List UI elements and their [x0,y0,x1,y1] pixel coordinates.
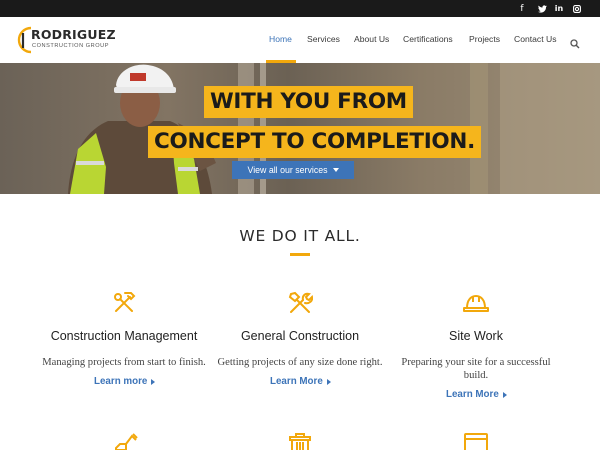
nav-services[interactable]: Services [307,34,340,44]
view-services-label: View all our services [247,165,328,175]
service-description: Managing projects from start to finish. [42,357,206,368]
crossed-tools-icon [287,290,314,316]
learn-more-link[interactable]: Learn More [446,389,507,400]
section-divider [290,253,310,256]
instagram-icon[interactable] [571,0,583,17]
service-title: Construction Management [50,329,198,343]
nav-home[interactable]: Home [269,34,292,44]
service-description: Getting projects of any size done right. [217,357,383,368]
top-bar: f in [0,0,600,17]
hero-banner: WITH YOU FROM CONCEPT TO COMPLETION. Vie… [0,63,600,194]
toolbox-icon [288,432,312,450]
hero-headline-line2: CONCEPT TO COMPLETION. [148,126,481,158]
hammer-wrench-icon [111,290,137,316]
view-services-button[interactable]: View all our services [232,161,354,179]
hero-headline-line1: WITH YOU FROM [204,86,413,118]
search-icon[interactable] [570,36,580,49]
caret-right-icon [502,391,507,398]
site-header: RODRIGUEZ CONSTRUCTION GROUP Home Servic… [0,17,600,64]
window-icon [463,432,489,450]
service-title: Site Work [449,329,503,343]
service-title: General Construction [240,329,360,343]
logo-name[interactable]: RODRIGUEZ [31,27,116,42]
hero-background-insulation [500,63,600,194]
caret-right-icon [151,378,156,385]
caret-right-icon [326,378,331,385]
facebook-icon[interactable]: f [516,0,528,17]
linkedin-icon[interactable]: in [553,0,565,17]
learn-more-link[interactable]: Learn More [270,376,331,387]
section-title: WE DO IT ALL. [239,227,361,245]
caret-down-icon [332,168,339,172]
twitter-icon[interactable] [535,0,549,17]
learn-more-link[interactable]: Learn more [94,376,156,387]
excavator-icon [113,432,139,450]
nav-projects[interactable]: Projects [469,34,500,44]
logo-tagline: CONSTRUCTION GROUP [32,43,110,49]
hard-hat-icon [462,291,490,315]
nav-about[interactable]: About Us [354,34,389,44]
nav-certifications[interactable]: Certifications [403,34,453,44]
service-description: Preparing your site for a successful bui… [401,357,551,381]
nav-contact[interactable]: Contact Us [514,34,557,44]
